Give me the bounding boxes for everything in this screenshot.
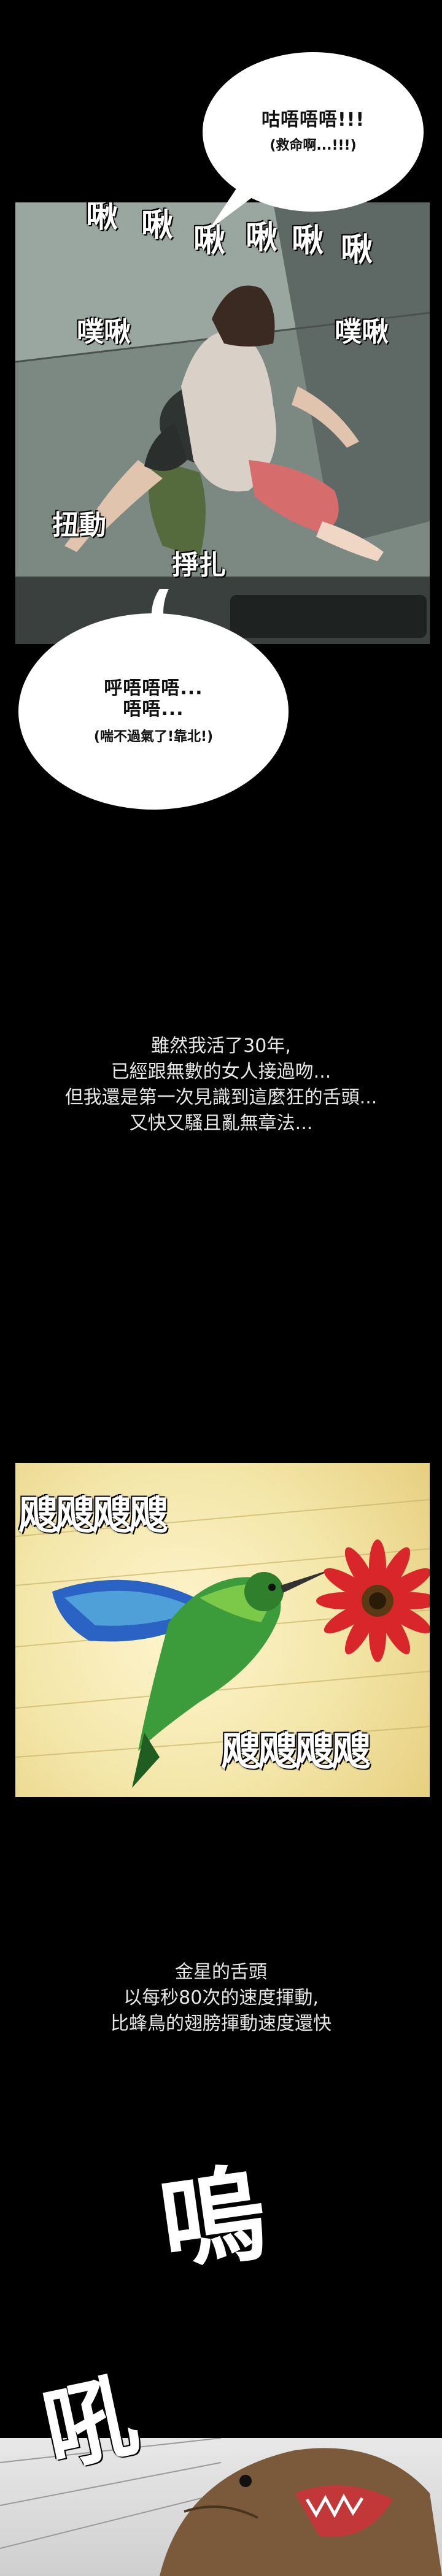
sfx-whoosh-top: 飕飕飕飕 bbox=[18, 1493, 168, 1539]
bubble-top-line2: (救命啊...!!!) bbox=[269, 138, 357, 154]
caption1-line1: 雖然我活了30年, bbox=[151, 1035, 291, 1057]
caption1-line4: 又快又騷且亂無章法... bbox=[129, 1113, 313, 1134]
panel-struggle-scene: 啾 啾 啾 啾 啾 啾 噗啾 噗啾 扭動 掙扎 bbox=[15, 202, 430, 644]
sfx-twist: 扭動 bbox=[52, 510, 106, 541]
bubble-top-tail bbox=[209, 184, 270, 230]
bubble-mid-line3: (喘不過氣了!靠北!) bbox=[93, 729, 214, 745]
caption2-line3: 比蜂鳥的翅膀揮動速度還快 bbox=[110, 2013, 332, 2034]
sfx-kiss-6: 啾 bbox=[341, 231, 373, 269]
bubble-mid-line1: 呼唔唔唔... bbox=[104, 677, 203, 699]
sfx-whoosh-bottom: 飕飕飕飕 bbox=[221, 1729, 371, 1775]
narration-caption-2: 金星的舌頭 以每秒80次的速度揮動, 比蜂鳥的翅膀揮動速度還快 bbox=[0, 1960, 442, 2037]
narration-caption-1: 雖然我活了30年, 已經跟無數的女人接過吻... 但我還是第一次見識到這麼狂的舌… bbox=[0, 1033, 442, 1137]
caption2-line1: 金星的舌頭 bbox=[175, 1961, 267, 1983]
sfx-kiss-2: 啾 bbox=[141, 207, 174, 244]
bubble-mid-tail bbox=[151, 589, 169, 632]
speech-bubble-mid: 呼唔唔唔... 唔唔... (喘不過氣了!靠北!) bbox=[18, 613, 289, 810]
sfx-kiss-1: 啾 bbox=[86, 202, 118, 235]
caption1-line2: 已經跟無數的女人接過吻... bbox=[110, 1061, 332, 1083]
caption2-line2: 以每秒80次的速度揮動, bbox=[123, 1987, 319, 2009]
sfx-puchu-right: 噗啾 bbox=[335, 316, 389, 348]
bubble-top-line1: 咕唔唔唔!!! bbox=[261, 109, 365, 131]
sfx-struggle: 掙扎 bbox=[172, 550, 226, 581]
bubble-mid-line2: 唔唔... bbox=[123, 699, 184, 720]
sfx-puchu-left: 噗啾 bbox=[77, 316, 131, 348]
panel-hummingbird: 飕飕飕飕 飕飕飕飕 bbox=[15, 1463, 430, 1797]
sfx-roar-2: 嗚 bbox=[152, 2150, 274, 2287]
sfx-kiss-5: 啾 bbox=[292, 222, 324, 259]
caption1-line3: 但我還是第一次見識到這麼狂的舌頭... bbox=[64, 1087, 378, 1108]
comic-strip: 啾 啾 啾 啾 啾 啾 噗啾 噗啾 扭動 掙扎 咕唔唔唔!!! (救命啊...!… bbox=[0, 0, 442, 2576]
